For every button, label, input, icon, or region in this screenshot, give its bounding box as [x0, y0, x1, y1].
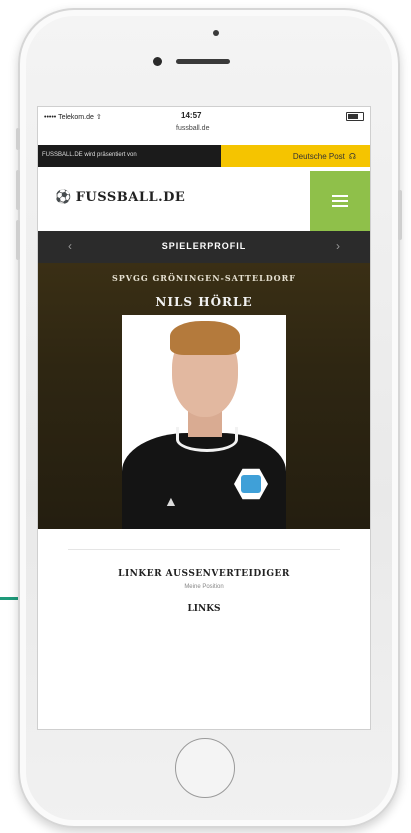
site-header: ⚽ FUSSBALL.DE	[38, 167, 370, 231]
front-camera-icon	[153, 57, 162, 66]
club-name[interactable]: SPVGG GRÖNINGEN-SATTELDORF	[38, 273, 370, 283]
sponsor-logo[interactable]: Deutsche Post ☊	[221, 145, 370, 167]
jersey-collar	[176, 427, 238, 452]
volume-up-button	[16, 170, 20, 210]
player-position: LINKER AUSSENVERTEIDIGER	[118, 569, 290, 579]
carrier-label: ••••• Telekom.de ⇧	[44, 114, 102, 121]
proximity-sensor	[213, 30, 219, 36]
player-hair	[170, 321, 240, 355]
position-label: Meine Position	[184, 584, 224, 590]
sponsor-text: FUSSBALL.DE wird präsentiert von	[42, 152, 137, 158]
hamburger-menu-icon[interactable]	[310, 171, 370, 231]
player-name: NILS HÖRLE	[155, 295, 253, 309]
player-profile: SPVGG GRÖNINGEN-SATTELDORF NILS HÖRLE ▲ …	[38, 263, 370, 529]
logo-text: FUSSBALL.DE	[75, 190, 186, 205]
page-title: SPIELERPROFIL	[161, 241, 247, 251]
divider	[68, 549, 340, 550]
post-horn-icon: ☊	[348, 151, 356, 161]
player-details: LINKER AUSSENVERTEIDIGER Meine Position …	[38, 529, 370, 729]
strong-foot: LINKS	[187, 604, 221, 614]
mute-switch	[16, 128, 20, 150]
club-crest-inner	[241, 475, 261, 493]
site-logo[interactable]: ⚽ FUSSBALL.DE	[55, 190, 185, 205]
player-photo: ▲ 19	[122, 315, 286, 529]
sponsor-bar[interactable]: FUSSBALL.DE wird präsentiert von Deutsch…	[38, 145, 370, 167]
next-arrow-icon[interactable]: ›	[336, 239, 340, 253]
power-button	[398, 190, 402, 240]
sponsor-name: Deutsche Post	[292, 151, 345, 161]
status-bar: ••••• Telekom.de ⇧ 14:57 fussball.de	[38, 107, 370, 145]
battery-icon	[346, 112, 364, 121]
profile-nav: ‹ SPIELERPROFIL ›	[38, 231, 370, 263]
logo-mark-icon: ⚽	[55, 190, 72, 205]
url-label[interactable]: fussball.de	[176, 125, 209, 132]
volume-down-button	[16, 220, 20, 260]
brand-logo-icon: ▲	[164, 493, 178, 509]
earpiece-speaker	[176, 59, 230, 64]
clock: 14:57	[181, 111, 202, 120]
home-button[interactable]	[175, 738, 235, 798]
phone-screen: ••••• Telekom.de ⇧ 14:57 fussball.de FUS…	[37, 106, 371, 730]
